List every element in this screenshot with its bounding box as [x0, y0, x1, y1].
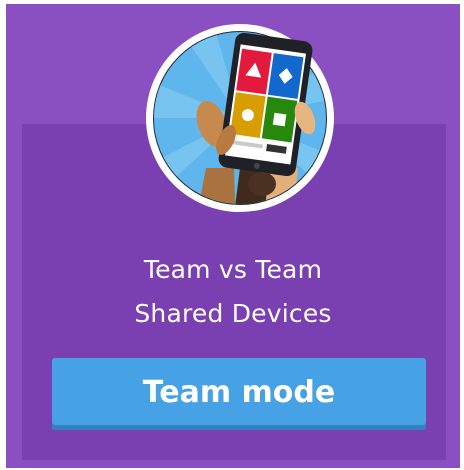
mode-description-line-2: Shared Devices	[134, 299, 332, 328]
team-mode-button[interactable]: Team mode	[52, 358, 426, 430]
hands-holding-phone-icon	[146, 24, 334, 212]
mode-description-line-1: Team vs Team	[143, 255, 323, 284]
team-mode-card[interactable]: Team vs Team Shared Devices Team mode	[6, 4, 460, 468]
